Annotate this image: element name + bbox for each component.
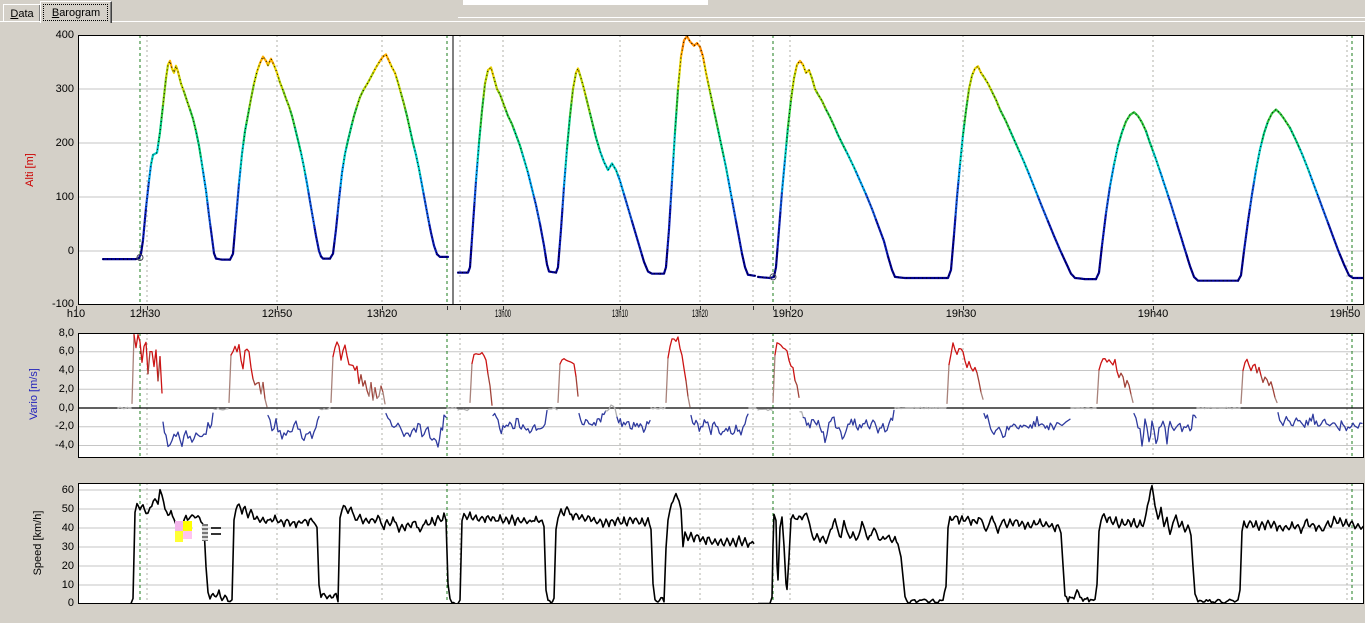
time-axis-tick	[790, 306, 791, 310]
time-axis-tick	[382, 306, 383, 310]
alti-ytick-label: 300	[32, 84, 74, 95]
time-tick-label: 19h50	[1330, 308, 1361, 320]
time-axis-tick	[447, 306, 448, 310]
time-tick-label: 12h30	[130, 308, 161, 320]
time-axis-tick	[700, 306, 701, 310]
vario-ytick-label: 6,0	[32, 346, 74, 357]
time-axis-tick	[76, 306, 77, 310]
tab-page-top-edge	[0, 21, 1365, 22]
tab-data-label: Data	[10, 8, 33, 20]
time-axis-tick	[753, 306, 754, 310]
time-axis-tick	[1153, 306, 1154, 310]
time-axis-tick	[277, 306, 278, 310]
time-tick-label: 19h30	[946, 308, 977, 320]
alti-ytick-label: 0	[32, 246, 74, 257]
vario-ytick-label: 8,0	[32, 328, 74, 339]
alti-ytick-label: 100	[32, 192, 74, 203]
vario-axis-title: Vario [m/s]	[28, 368, 40, 420]
time-axis-tick	[963, 306, 964, 310]
time-axis-tick	[1352, 306, 1353, 310]
time-axis-tick	[773, 306, 774, 310]
tab-barogram-label: Barogram	[52, 7, 100, 19]
alti-ytick-label: 400	[32, 30, 74, 41]
tab-data[interactable]: Data	[3, 4, 41, 22]
tab-barogram[interactable]: Barogram	[40, 1, 112, 23]
selection-marker-artifact	[175, 521, 223, 543]
speed-ytick-label: 0	[32, 598, 74, 609]
alti-axis-title: Alti [m]	[24, 153, 36, 187]
speed-ytick-label: 10	[32, 580, 74, 591]
alti-plot[interactable]	[78, 35, 1364, 305]
vario-plot[interactable]	[78, 333, 1364, 458]
window-edge-highlight	[458, 17, 1365, 18]
time-axis-tick	[620, 306, 621, 310]
time-axis-tick	[1347, 306, 1348, 310]
time-axis-tick	[140, 306, 141, 310]
vario-ytick-label: -2,0	[32, 421, 74, 432]
time-tick-label: 19h20	[773, 308, 804, 320]
time-axis-tick	[460, 306, 461, 310]
window-overlap-artifact	[463, 0, 708, 5]
speed-axis-title: Speed [km/h]	[32, 511, 44, 576]
speed-ytick-label: 60	[32, 485, 74, 496]
barogram-window: Data Barogram 4003002001000-100Alti [m]8…	[0, 0, 1365, 623]
vario-ytick-label: -4,0	[32, 440, 74, 451]
alti-ytick-label: 200	[32, 138, 74, 149]
time-axis-tick	[147, 306, 148, 310]
speed-plot[interactable]	[78, 483, 1364, 604]
time-axis-tick	[503, 306, 504, 310]
